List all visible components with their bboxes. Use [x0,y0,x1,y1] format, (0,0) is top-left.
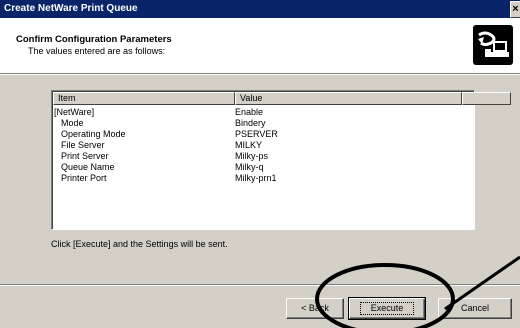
row-value: Bindery [235,118,266,128]
row-item: Mode [61,118,84,128]
row-item: Queue Name [61,162,115,172]
wizard-header: Confirm Configuration Parameters The val… [0,18,520,73]
column-header-value[interactable]: Value [235,92,462,105]
footer-separator [0,284,520,286]
printer-network-icon [473,25,513,65]
parameters-list[interactable]: Item Value [NetWare] Enable Mode Bindery Ope… [51,90,511,230]
close-button[interactable]: × [510,1,520,18]
row-value: Milky-prn1 [235,173,277,183]
info-text: Click [Execute] and the Settings will be… [51,239,228,249]
table-row[interactable]: Queue Name Milky-q [53,162,473,173]
list-header: Item Value [53,92,511,105]
row-item: Print Server [61,151,109,161]
row-value: Enable [235,107,264,117]
window-title: Create NetWare Print Queue [4,3,138,14]
cancel-button[interactable]: Cancel [438,298,512,319]
execute-label: Execute [359,302,415,315]
column-header-blank [462,92,511,105]
header-subtitle: The values entered are as follows: [28,46,166,56]
table-row[interactable]: File Server MILKY [53,140,473,151]
row-item: File Server [61,140,105,150]
column-header-item[interactable]: Item [53,92,235,105]
row-item: Printer Port [61,173,107,183]
row-item: Operating Mode [61,129,126,139]
close-icon: × [512,3,519,15]
table-row[interactable]: [NetWare] Enable [53,107,473,118]
table-row[interactable]: Print Server Milky-ps [53,151,473,162]
row-value: Milky-ps [235,151,268,161]
execute-button[interactable]: Execute [348,297,426,320]
table-row[interactable]: Operating Mode PSERVER [53,129,473,140]
title-bar: Create NetWare Print Queue × [0,0,520,18]
header-separator [0,73,520,75]
back-button[interactable]: < Back [286,298,344,319]
row-value: PSERVER [235,129,278,139]
table-row[interactable]: Printer Port Milky-prn1 [53,173,473,184]
table-row[interactable]: Mode Bindery [53,118,473,129]
header-title: Confirm Configuration Parameters [16,34,172,45]
row-value: Milky-q [235,162,264,172]
row-value: MILKY [235,140,263,150]
row-item: [NetWare] [54,107,95,117]
